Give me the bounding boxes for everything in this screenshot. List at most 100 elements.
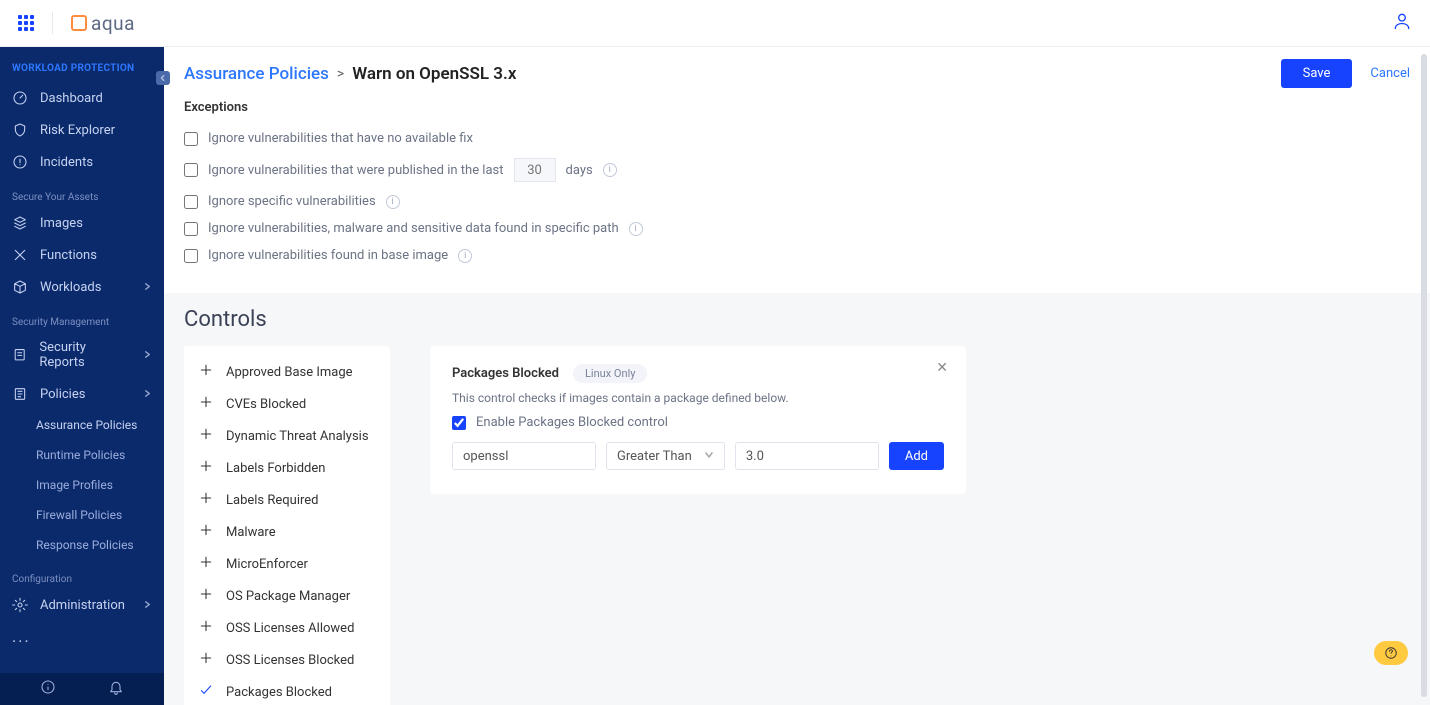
control-list-label: CVEs Blocked (226, 397, 306, 412)
package-name-input[interactable] (452, 442, 596, 470)
sidebar-sub-image-profiles[interactable]: Image Profiles (0, 470, 164, 500)
plus-icon (198, 426, 214, 446)
info-icon[interactable]: i (603, 163, 617, 177)
info-icon[interactable]: i (458, 249, 472, 263)
sidebar-sub-assurance-policies[interactable]: Assurance Policies (0, 410, 164, 440)
exception-checkbox[interactable] (184, 249, 198, 263)
cube-icon (12, 279, 28, 295)
controls-title: Controls (184, 307, 1410, 332)
layers-icon (12, 215, 28, 231)
scrollbar[interactable] (1421, 54, 1427, 697)
info-icon[interactable] (40, 679, 56, 699)
control-list-item[interactable]: Labels Forbidden (184, 452, 390, 484)
control-list-item[interactable]: Labels Required (184, 484, 390, 516)
control-list-item[interactable]: OSS Licenses Allowed (184, 612, 390, 644)
exception-days-input[interactable] (514, 158, 556, 182)
control-list-item[interactable]: Malware (184, 516, 390, 548)
sidebar-sub-runtime-policies[interactable]: Runtime Policies (0, 440, 164, 470)
exceptions-section: Exceptions Ignore vulnerabilities that h… (164, 96, 1430, 293)
sidebar-footer (0, 673, 164, 705)
control-list-item[interactable]: OS Package Manager (184, 580, 390, 612)
exception-row: Ignore vulnerabilities, malware and sens… (184, 215, 1410, 242)
exception-row: Ignore vulnerabilities that were publish… (184, 152, 1410, 188)
control-list-label: MicroEnforcer (226, 557, 308, 572)
help-button[interactable] (1374, 641, 1408, 665)
sidebar-more[interactable]: ... (0, 621, 164, 658)
sidebar-item-images[interactable]: Images (0, 207, 164, 239)
info-icon[interactable]: i (629, 222, 643, 236)
panel-title: Packages Blocked (452, 366, 559, 381)
version-input[interactable] (735, 442, 879, 470)
exception-label: Ignore specific vulnerabilities (208, 194, 376, 209)
sidebar-item-administration[interactable]: Administration (0, 589, 164, 621)
operator-select[interactable]: Greater Than (606, 442, 725, 470)
exception-label: Ignore vulnerabilities found in base ima… (208, 248, 448, 263)
sidebar-item-functions[interactable]: Functions (0, 239, 164, 271)
exception-row: Ignore vulnerabilities found in base ima… (184, 242, 1410, 269)
sidebar-sub-firewall-policies[interactable]: Firewall Policies (0, 500, 164, 530)
chevron-down-icon (704, 449, 714, 464)
control-list-label: OSS Licenses Blocked (226, 653, 354, 668)
control-list-label: OS Package Manager (226, 589, 350, 604)
panel-description: This control checks if images contain a … (452, 391, 944, 405)
collapse-sidebar-button[interactable] (156, 71, 170, 85)
control-list-item[interactable]: Dynamic Threat Analysis (184, 420, 390, 452)
sidebar-item-risk-explorer[interactable]: Risk Explorer (0, 114, 164, 146)
panel-enable-row[interactable]: Enable Packages Blocked control (452, 415, 944, 430)
bell-icon[interactable] (108, 679, 124, 699)
logo[interactable]: aqua (71, 12, 135, 35)
breadcrumb-root[interactable]: Assurance Policies (184, 64, 329, 84)
sidebar-heading: WORKLOAD PROTECTION (0, 47, 164, 82)
sidebar-sub-response-policies[interactable]: Response Policies (0, 530, 164, 560)
control-list-item[interactable]: Packages Blocked (184, 676, 390, 705)
control-list-item[interactable]: CVEs Blocked (184, 388, 390, 420)
info-icon[interactable]: i (386, 195, 400, 209)
exception-checkbox[interactable] (184, 222, 198, 236)
chevron-right-icon (143, 348, 152, 363)
app-switcher-icon[interactable] (18, 15, 34, 31)
top-bar: aqua (0, 0, 1430, 47)
check-icon (198, 682, 214, 702)
controls-list: Approved Base Image CVEs Blocked Dynamic T… (184, 346, 390, 705)
plus-icon (198, 458, 214, 478)
sidebar-item-workloads[interactable]: Workloads (0, 271, 164, 303)
control-list-label: Labels Required (226, 493, 319, 508)
content-header: Assurance Policies > Warn on OpenSSL 3.x… (164, 47, 1430, 96)
enable-label: Enable Packages Blocked control (476, 415, 668, 430)
chevron-right-icon (143, 387, 152, 402)
exception-checkbox[interactable] (184, 195, 198, 209)
plus-icon (198, 394, 214, 414)
control-list-item[interactable]: MicroEnforcer (184, 548, 390, 580)
content: Assurance Policies > Warn on OpenSSL 3.x… (164, 47, 1430, 705)
add-button[interactable]: Add (889, 442, 944, 470)
gauge-icon (12, 90, 28, 106)
alert-icon (12, 154, 28, 170)
exception-checkbox[interactable] (184, 163, 198, 177)
plus-icon (198, 522, 214, 542)
enable-checkbox[interactable] (452, 416, 466, 430)
control-list-item[interactable]: Approved Base Image (184, 356, 390, 388)
chevron-right-icon (143, 598, 152, 613)
function-icon (12, 247, 28, 263)
sidebar-item-incidents[interactable]: Incidents (0, 146, 164, 178)
exception-row: Ignore vulnerabilities that have no avai… (184, 125, 1410, 152)
close-icon[interactable]: ✕ (936, 360, 948, 376)
cancel-button[interactable]: Cancel (1370, 66, 1410, 81)
user-icon[interactable] (1392, 11, 1412, 35)
control-list-label: Dynamic Threat Analysis (226, 429, 369, 444)
logo-text: aqua (91, 12, 135, 35)
report-icon (12, 347, 27, 363)
control-list-label: Packages Blocked (226, 685, 332, 700)
plus-icon (198, 554, 214, 574)
sidebar-item-security-reports[interactable]: Security Reports (0, 332, 164, 378)
breadcrumb: Assurance Policies > Warn on OpenSSL 3.x (184, 64, 516, 84)
sidebar-item-policies[interactable]: Policies (0, 378, 164, 410)
control-list-item[interactable]: OSS Licenses Blocked (184, 644, 390, 676)
save-button[interactable]: Save (1281, 59, 1353, 88)
exception-checkbox[interactable] (184, 132, 198, 146)
plus-icon (198, 650, 214, 670)
sidebar-item-dashboard[interactable]: Dashboard (0, 82, 164, 114)
plus-icon (198, 618, 214, 638)
exceptions-title: Exceptions (184, 100, 1410, 115)
logo-mark-icon (71, 15, 87, 31)
